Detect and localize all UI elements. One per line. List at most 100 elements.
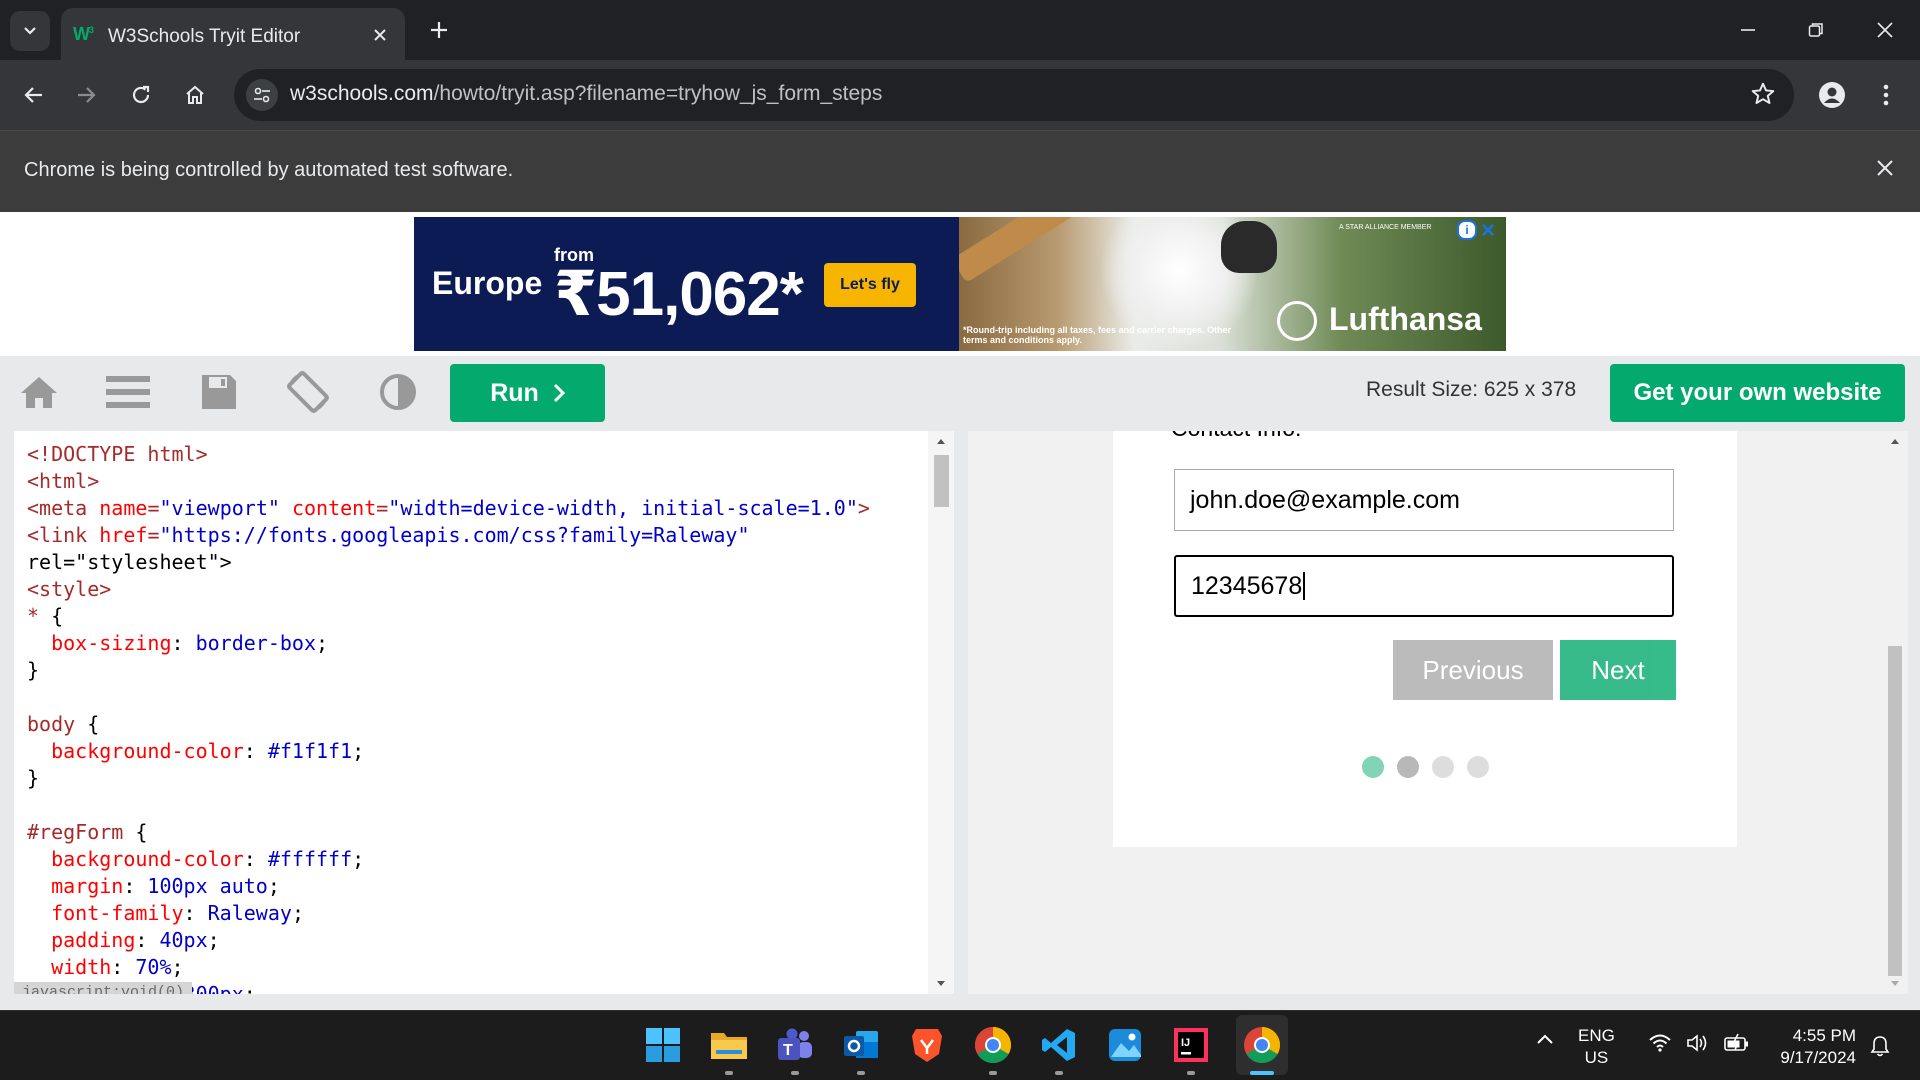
code-line[interactable]: * {: [27, 603, 870, 630]
scroll-down-arrow-icon[interactable]: [1890, 980, 1900, 988]
result-scrollbar[interactable]: [1880, 431, 1908, 994]
code-line[interactable]: body {: [27, 711, 870, 738]
taskbar-teams[interactable]: T: [773, 1023, 817, 1075]
ad-banner[interactable]: Europe from ₹51,062* Let's fly A STAR AL…: [414, 217, 1506, 351]
taskbar-chrome[interactable]: [971, 1023, 1015, 1075]
editor-scroll-thumb[interactable]: [934, 455, 949, 507]
previous-button[interactable]: Previous: [1393, 640, 1553, 700]
system-tray-status[interactable]: [1648, 1033, 1750, 1053]
code-line[interactable]: box-sizing: border-box;: [27, 630, 870, 657]
code-line[interactable]: <html>: [27, 468, 870, 495]
taskbar-file-explorer[interactable]: [707, 1023, 751, 1075]
code-line[interactable]: background-color: #f1f1f1;: [27, 738, 870, 765]
scroll-down-arrow-icon[interactable]: [936, 980, 946, 988]
tune-icon: [254, 87, 270, 103]
notifications-button[interactable]: [1870, 1035, 1890, 1057]
taskbar-photos[interactable]: [1103, 1023, 1147, 1067]
ad-image-panel[interactable]: A STAR ALLIANCE MEMBER *Round-trip inclu…: [959, 217, 1506, 351]
ad-close-icon[interactable]: [1480, 222, 1496, 238]
code-line[interactable]: <!DOCTYPE html>: [27, 441, 870, 468]
svg-text:T: T: [783, 1042, 793, 1059]
step-indicator-2: [1397, 756, 1419, 778]
code-text[interactable]: <!DOCTYPE html> <html> <meta name="viewpor…: [27, 441, 870, 994]
get-own-website-button[interactable]: Get your own website: [1610, 364, 1905, 422]
brave-icon: [912, 1029, 942, 1062]
taskbar-vscode[interactable]: [1037, 1023, 1081, 1075]
code-line[interactable]: <meta name="viewport" content="width=dev…: [27, 495, 870, 522]
address-bar[interactable]: w3schools.com/howto/tryit.asp?filename=t…: [234, 69, 1794, 121]
vscode-icon: [1042, 1029, 1075, 1061]
ad-destination: Europe: [432, 265, 543, 301]
ad-choices[interactable]: i: [1457, 220, 1496, 240]
home-link[interactable]: [15, 368, 63, 416]
start-button[interactable]: [641, 1023, 685, 1067]
profile-button[interactable]: [1812, 75, 1852, 115]
tab-close-button[interactable]: [367, 22, 393, 48]
chrome-active-icon: [1244, 1027, 1281, 1064]
code-line[interactable]: <style>: [27, 576, 870, 603]
code-line[interactable]: [27, 684, 870, 711]
show-hidden-icons-button[interactable]: [1536, 1033, 1554, 1045]
run-button[interactable]: Run: [450, 364, 605, 422]
code-editor[interactable]: <!DOCTYPE html> <html> <meta name="viewpor…: [14, 431, 954, 994]
url-text[interactable]: w3schools.com/howto/tryit.asp?filename=t…: [290, 82, 882, 106]
input-language-indicator[interactable]: ENG US: [1578, 1025, 1615, 1069]
next-button[interactable]: Next: [1560, 640, 1676, 700]
code-line[interactable]: rel="stylesheet">: [27, 549, 870, 576]
code-line[interactable]: #regForm {: [27, 819, 870, 846]
code-line[interactable]: background-color: #ffffff;: [27, 846, 870, 873]
taskbar-brave[interactable]: [905, 1023, 949, 1067]
home-button[interactable]: [175, 75, 215, 115]
window-close-button[interactable]: [1860, 10, 1910, 50]
back-button[interactable]: [14, 75, 54, 115]
restore-button[interactable]: [1791, 10, 1841, 50]
editor-scrollbar[interactable]: [928, 431, 954, 994]
code-line[interactable]: width: 70%;: [27, 954, 870, 981]
code-line[interactable]: [27, 792, 870, 819]
scroll-up-arrow-icon[interactable]: [1890, 437, 1900, 445]
new-tab-button[interactable]: [424, 15, 454, 45]
reload-button[interactable]: [121, 75, 161, 115]
restore-icon: [1808, 23, 1823, 37]
windows-start-icon: [646, 1028, 680, 1062]
phone-input[interactable]: 12345678: [1174, 555, 1674, 617]
rotate-icon: [287, 371, 329, 413]
running-indicator: [1187, 1071, 1195, 1075]
theme-toggle-button[interactable]: [374, 368, 422, 416]
taskbar-clock[interactable]: 4:55 PM 9/17/2024: [1766, 1025, 1856, 1069]
code-line[interactable]: <link href="https://fonts.googleapis.com…: [27, 522, 870, 549]
bookmark-button[interactable]: [1750, 81, 1776, 107]
code-line[interactable]: }: [27, 765, 870, 792]
photos-icon: [1109, 1029, 1141, 1061]
ad-info-icon[interactable]: i: [1457, 220, 1477, 240]
email-input[interactable]: john.doe@example.com: [1174, 469, 1674, 531]
infobar-close-button[interactable]: [1876, 159, 1894, 177]
url-host: w3schools.com: [290, 82, 434, 105]
scroll-up-arrow-icon[interactable]: [936, 437, 946, 445]
menu-button[interactable]: [104, 368, 152, 416]
result-scroll-thumb[interactable]: [1888, 646, 1902, 976]
running-indicator: [1055, 1071, 1063, 1075]
code-line[interactable]: font-family: Raleway;: [27, 900, 870, 927]
text-caret: [1303, 572, 1306, 600]
code-line[interactable]: padding: 40px;: [27, 927, 870, 954]
ad-cta-button[interactable]: Let's fly: [824, 263, 916, 307]
chevron-up-icon: [1537, 1034, 1553, 1044]
site-info-button[interactable]: [246, 79, 278, 111]
save-button[interactable]: [195, 368, 243, 416]
forward-button[interactable]: [66, 75, 106, 115]
taskbar-outlook[interactable]: [839, 1023, 883, 1075]
chrome-menu-button[interactable]: [1866, 75, 1906, 115]
taskbar-intellij[interactable]: IJ: [1169, 1023, 1213, 1075]
browser-tab-active[interactable]: W3 W3Schools Tryit Editor: [61, 8, 405, 60]
clock-date: 9/17/2024: [1780, 1048, 1856, 1067]
ad-offer-panel[interactable]: Europe from ₹51,062* Let's fly: [414, 217, 959, 351]
code-line[interactable]: margin: 100px auto;: [27, 873, 870, 900]
rotate-layout-button[interactable]: [284, 368, 332, 416]
run-button-label: Run: [490, 378, 539, 407]
tab-search-button[interactable]: [10, 11, 50, 51]
taskbar-chrome-active[interactable]: [1240, 1023, 1284, 1075]
minimize-button[interactable]: [1723, 10, 1773, 50]
result-iframe[interactable]: Contact Info: john.doe@example.com 12345…: [968, 431, 1908, 994]
code-line[interactable]: }: [27, 657, 870, 684]
